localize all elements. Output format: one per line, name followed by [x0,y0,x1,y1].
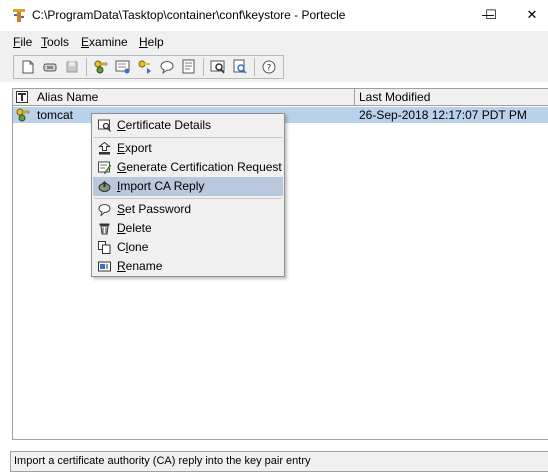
toolbar-separator [203,58,204,76]
menu-separator [94,198,282,199]
close-button[interactable]: ✕ [516,0,548,30]
window-title: C:\ProgramData\Tasktop\container\conf\ke… [32,8,346,22]
help-button[interactable]: ? [260,58,278,76]
menu-item-export[interactable]: Export [93,139,283,158]
generate-keypair-icon [94,60,108,74]
menu-tools[interactable]: Tools [41,35,69,49]
menu-item-rename[interactable]: Rename [93,257,283,276]
toolbar: ? [0,52,548,82]
table-header: Alias Name Last Modified [13,89,548,106]
status-text: Import a certificate authority (CA) repl… [14,455,311,467]
menu-item-delete[interactable]: Delete [93,219,283,238]
entry-context-menu: Certificate Details Export Generate Cert… [91,113,285,277]
save-keystore-icon [66,61,78,73]
set-password-button[interactable] [158,58,176,76]
import-keypair-icon [138,60,151,74]
toolbar-separator [254,58,255,76]
open-keystore-icon [43,63,57,72]
status-bar: Import a certificate authority (CA) repl… [10,451,548,472]
open-keystore-button[interactable] [41,58,59,76]
menu-item-import-ca-reply[interactable]: Import CA Reply [93,177,283,196]
examine-ssl-icon [233,59,247,74]
menu-item-clone[interactable]: Clone [93,238,283,257]
title-bar: C:\ProgramData\Tasktop\container\conf\ke… [0,0,548,30]
import-trusted-cert-button[interactable] [114,58,132,76]
export-icon [98,142,111,155]
examine-certificate-button[interactable] [209,58,227,76]
menu-item-generate-csr[interactable]: Generate Certification Request [93,158,283,177]
maximize-icon: ☐ [485,7,497,23]
keystore-report-icon [182,59,195,74]
toolbar-group: ? [13,55,284,79]
save-keystore-button[interactable] [63,58,81,76]
last-modified-cell: 26-Sep-2018 12:17:07 PDT PM [359,108,527,122]
clone-icon [98,241,111,254]
maximize-button[interactable]: ☐ [476,0,506,30]
new-keystore-button[interactable] [19,58,37,76]
keypair-entry-icon [16,108,30,122]
help-icon: ? [262,60,276,74]
entry-type-icon [16,91,28,103]
import-trusted-cert-icon [115,60,130,74]
alias-cell: tomcat [37,108,74,122]
import-ca-reply-icon [98,181,111,192]
menu-file[interactable]: File [13,35,32,49]
generate-keypair-button[interactable] [92,58,110,76]
import-keypair-button[interactable] [136,58,154,76]
close-icon: ✕ [526,7,538,23]
delete-icon [99,223,110,235]
generate-csr-icon [98,161,111,174]
portecle-app-icon [13,9,25,22]
keystore-report-button[interactable] [180,58,198,76]
svg-text:?: ? [267,64,272,74]
column-header-last-modified[interactable]: Last Modified [356,89,548,105]
examine-certificate-icon [210,60,225,74]
examine-ssl-button[interactable] [231,58,249,76]
toolbar-separator [86,58,87,76]
rename-icon [98,261,111,272]
menu-item-set-password[interactable]: Set Password [93,200,283,219]
menu-separator [94,137,282,138]
menu-bar: File Tools Examine Help [0,30,548,52]
menu-help[interactable]: Help [139,35,164,49]
set-password-icon [160,61,174,75]
menu-examine[interactable]: Examine [81,35,128,49]
set-password-icon [98,204,111,216]
column-header-alias[interactable]: Alias Name [13,89,355,105]
certificate-details-icon [98,119,111,132]
new-keystore-icon [22,60,34,74]
menu-item-certificate-details[interactable]: Certificate Details [93,116,283,135]
